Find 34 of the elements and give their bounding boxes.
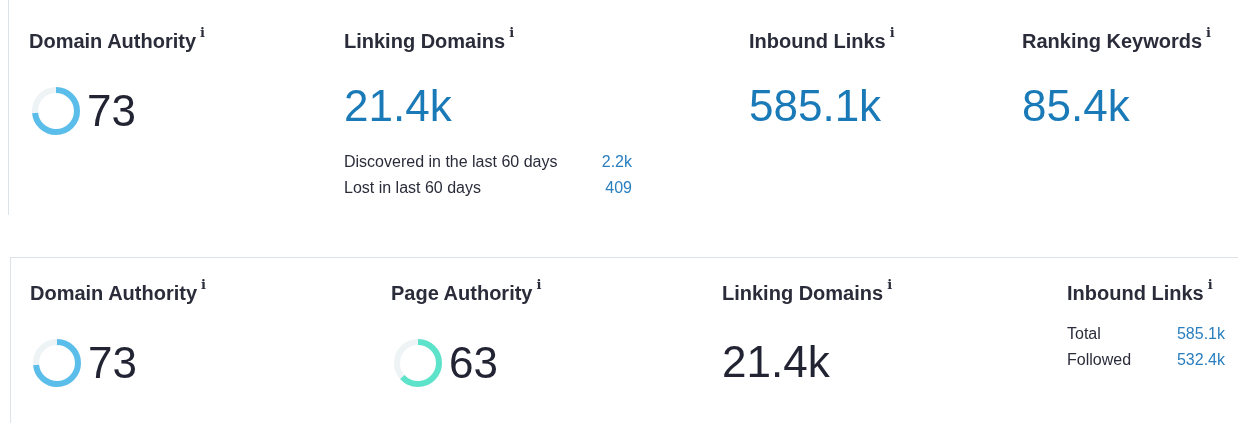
info-icon[interactable]: i bbox=[536, 278, 542, 291]
detail-value-link[interactable]: 585.1k bbox=[1176, 322, 1225, 346]
info-icon[interactable]: i bbox=[1206, 26, 1211, 39]
info-icon[interactable]: i bbox=[887, 278, 893, 291]
gauge-ring-icon bbox=[29, 84, 83, 138]
detail-label: Lost in last 60 days bbox=[344, 178, 481, 198]
info-icon[interactable]: i bbox=[1207, 278, 1213, 291]
info-icon[interactable]: i bbox=[201, 278, 206, 291]
detail-label: Discovered in the last 60 days bbox=[344, 152, 558, 172]
metric-title: Inbound Links bbox=[749, 29, 886, 54]
metric-value: 21.4k bbox=[722, 337, 830, 386]
metric-value: 73 bbox=[88, 341, 137, 385]
metric-title: Inbound Links bbox=[1067, 281, 1204, 306]
info-icon[interactable]: i bbox=[509, 26, 515, 39]
metric-title: Page Authority bbox=[391, 281, 533, 306]
detail-label: Total bbox=[1067, 324, 1101, 344]
metric-value-link[interactable]: 21.4k bbox=[344, 84, 452, 128]
metric-value-link[interactable]: 585.1k bbox=[749, 84, 882, 128]
detail-label: Followed bbox=[1067, 350, 1132, 370]
gauge-ring-icon bbox=[30, 336, 84, 390]
metric-title: Linking Domains bbox=[722, 281, 884, 306]
info-icon[interactable]: i bbox=[200, 26, 205, 39]
metric-title: Domain Authority bbox=[29, 29, 197, 54]
gauge-ring-icon bbox=[391, 336, 445, 390]
metric-title: Linking Domains bbox=[344, 29, 506, 54]
metric-title: Ranking Keywords bbox=[1022, 29, 1203, 54]
detail-value-link[interactable]: 532.4k bbox=[1176, 348, 1225, 372]
info-icon[interactable]: i bbox=[889, 26, 895, 39]
metric-title: Domain Authority bbox=[30, 281, 198, 306]
detail-value-link[interactable]: 2.2k bbox=[601, 150, 632, 174]
metric-value: 73 bbox=[87, 89, 136, 133]
detail-value-link[interactable]: 409 bbox=[605, 176, 632, 200]
metric-value: 63 bbox=[449, 341, 498, 385]
metric-value-link[interactable]: 85.4k bbox=[1022, 84, 1130, 128]
